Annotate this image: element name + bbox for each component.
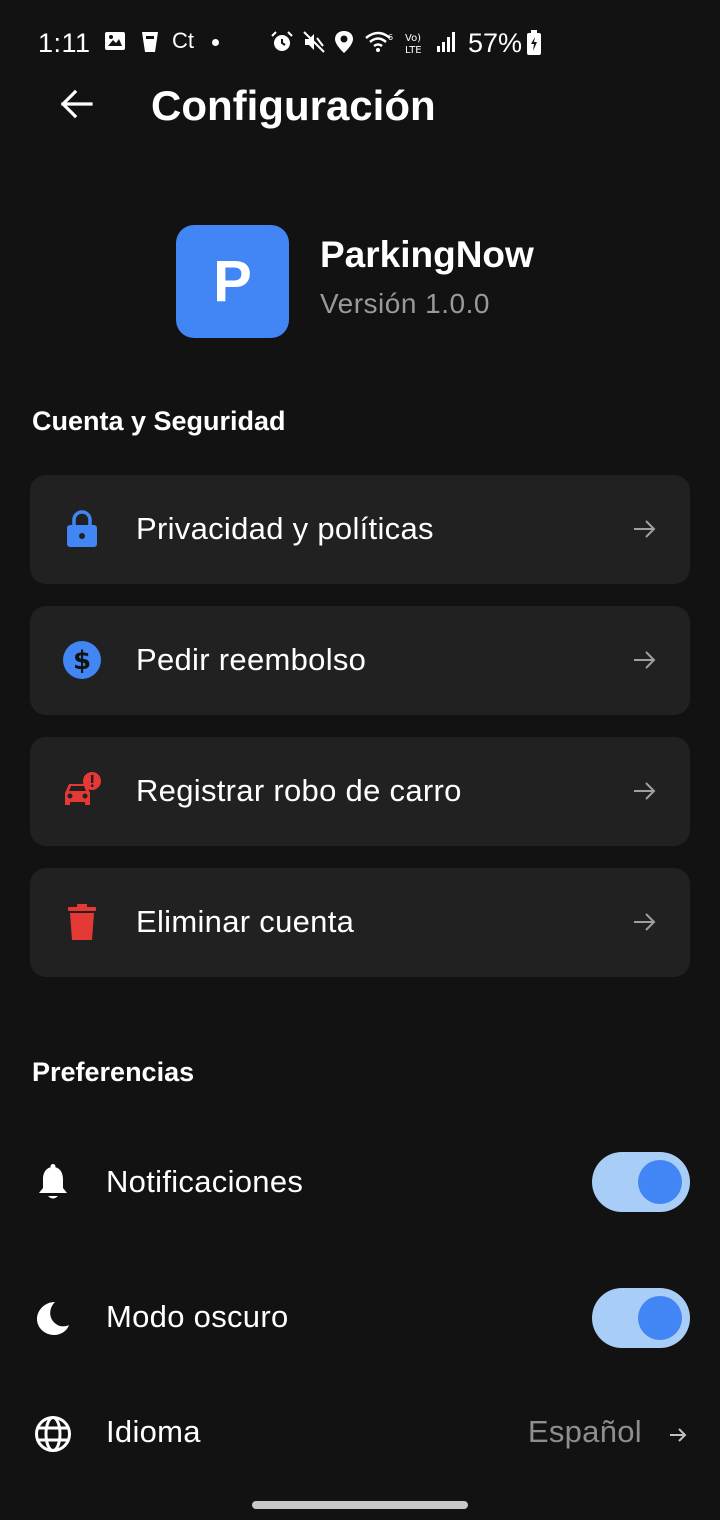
delete-account-button[interactable]: Eliminar cuenta (30, 868, 690, 977)
language-label: Idioma (106, 1414, 201, 1449)
section-title-preferences: Preferencias (32, 1057, 195, 1087)
trash-icon (62, 902, 102, 942)
page-title: Configuración (151, 82, 436, 129)
dark-mode-label: Modo oscuro (106, 1299, 289, 1334)
svg-text:6: 6 (388, 33, 393, 42)
privacy-policies-button[interactable]: Privacidad y políticas (30, 475, 690, 584)
location-icon (334, 30, 354, 59)
battery-charging-icon (526, 30, 542, 61)
mute-icon (302, 30, 326, 59)
arrow-right-icon (632, 517, 658, 541)
dark-mode-toggle[interactable] (592, 1288, 690, 1348)
request-refund-button[interactable]: $ Pedir reembolso (30, 606, 690, 715)
section-title-account: Cuenta y Seguridad (32, 406, 286, 436)
language-row[interactable]: Idioma Español (0, 1388, 720, 1478)
volte-icon: Vo) LTE (404, 31, 430, 60)
report-car-theft-label: Registrar robo de carro (136, 773, 462, 808)
svg-text:Vo): Vo) (405, 33, 421, 44)
privacy-policies-label: Privacidad y políticas (136, 511, 434, 546)
app-bar: Configuración (0, 70, 720, 142)
notifications-toggle[interactable] (592, 1152, 690, 1212)
toggle-knob (638, 1160, 682, 1204)
report-car-theft-button[interactable]: Registrar robo de carro (30, 737, 690, 846)
arrow-right-icon (668, 1425, 688, 1445)
dollar-circle-icon: $ (62, 640, 102, 680)
app-logo: P (176, 225, 289, 338)
bell-icon (32, 1162, 74, 1204)
dark-mode-row[interactable]: Modo oscuro (0, 1273, 720, 1363)
app-name: ParkingNow (320, 234, 534, 275)
alarm-icon (270, 30, 294, 59)
carrier-icon: Ct (172, 28, 194, 53)
language-value: Español (527, 1414, 642, 1449)
gallery-icon (104, 30, 126, 57)
signal-icon (436, 30, 458, 59)
moon-icon (32, 1297, 74, 1339)
globe-icon (32, 1413, 74, 1455)
delete-account-label: Eliminar cuenta (136, 904, 355, 939)
wifi-icon: 6 (364, 30, 394, 59)
cup-icon (140, 30, 160, 59)
arrow-right-icon (632, 648, 658, 672)
notification-dot (212, 39, 219, 46)
svg-text:LTE: LTE (405, 45, 422, 55)
arrow-right-icon (632, 779, 658, 803)
svg-text:$: $ (73, 646, 91, 676)
arrow-right-icon (632, 910, 658, 934)
notifications-label: Notificaciones (106, 1164, 304, 1199)
status-time: 1:11 (38, 28, 91, 58)
battery-percent: 57% (468, 28, 523, 58)
request-refund-label: Pedir reembolso (136, 642, 367, 677)
lock-icon (62, 509, 102, 549)
home-indicator[interactable] (252, 1501, 468, 1509)
back-button[interactable] (52, 84, 100, 128)
arrow-left-icon (59, 89, 93, 124)
car-alert-icon (62, 771, 102, 811)
app-version: Versión 1.0.0 (320, 288, 490, 319)
toggle-knob (638, 1296, 682, 1340)
notifications-row[interactable]: Notificaciones (0, 1137, 720, 1227)
